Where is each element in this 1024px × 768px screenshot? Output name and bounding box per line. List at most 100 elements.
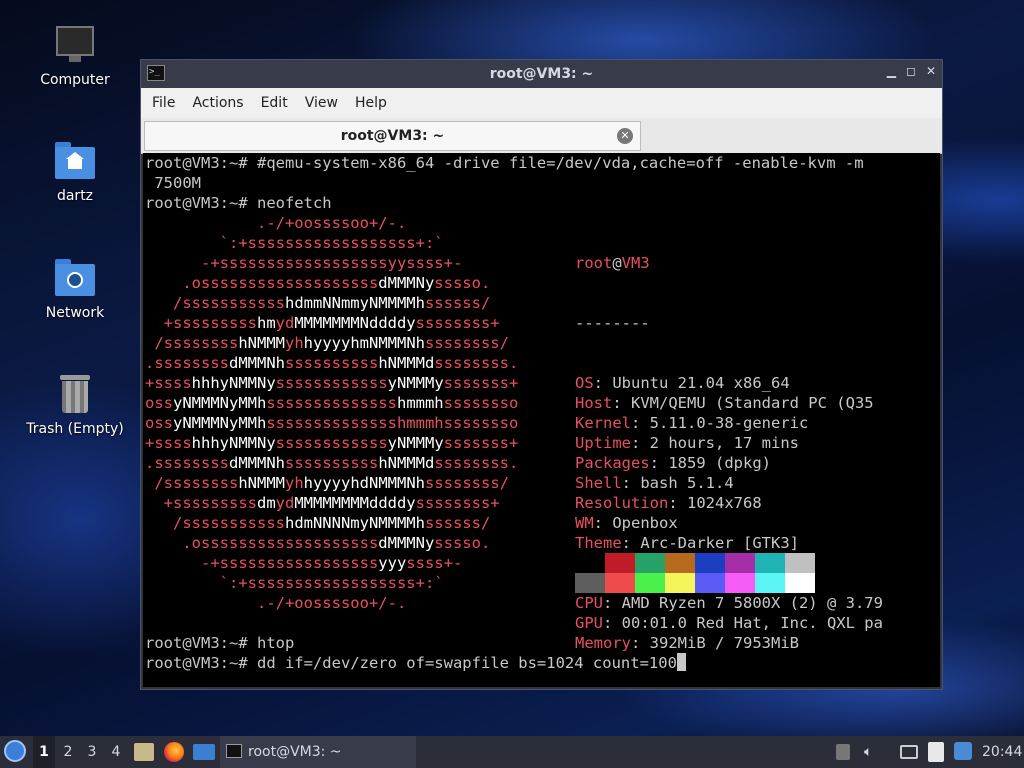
menu-view[interactable]: View <box>299 95 349 111</box>
neofetch-info-line: Memory: 392MiB / 7953MiB <box>575 634 799 652</box>
file-manager-icon[interactable] <box>134 743 154 761</box>
color-swatch <box>665 553 695 573</box>
logo-line: /ssssssssssshdmmNNmmyNMMMMhssssss/ <box>145 294 491 312</box>
tab-bar: root@VM3: ~ ✕ <box>141 118 942 154</box>
workspace-1[interactable]: 1 <box>33 736 55 768</box>
color-swatch <box>635 553 665 573</box>
close-icon[interactable]: ✕ <box>926 64 936 78</box>
show-desktop-icon[interactable] <box>193 744 215 760</box>
logo-line: .osssssssssssssssssssdMMMNysssso. <box>145 534 491 552</box>
desktop-icon-label: dartz <box>56 188 94 204</box>
logo-line: +sssssssssdmydMMMMMMMMddddyssssssss+ <box>145 494 500 512</box>
desktop-icon-label: Computer <box>40 72 110 88</box>
command-line-current: root@VM3:~# dd if=/dev/zero of=swapfile … <box>145 653 686 673</box>
neofetch-info-line: Packages: 1859 (dpkg) <box>575 454 771 472</box>
volume-icon[interactable]: 🔈︎ <box>864 736 872 768</box>
taskbar: 1 2 3 4 root@VM3: ~ 🔈︎ 20:44 <box>0 736 1024 768</box>
color-swatch <box>755 573 785 593</box>
workspace-4[interactable]: 4 <box>105 736 127 768</box>
tab-terminal[interactable]: root@VM3: ~ ✕ <box>144 121 641 151</box>
color-swatch <box>695 553 725 573</box>
neofetch-info-line: Kernel: 5.11.0-38-generic <box>575 414 809 432</box>
neofetch-info-line: WM: Openbox <box>575 514 678 532</box>
command-line: root@VM3:~# htop <box>145 634 295 652</box>
firefox-icon[interactable] <box>164 742 184 762</box>
neofetch-separator: -------- <box>575 314 650 332</box>
terminal-output[interactable]: root@VM3:~# #qemu-system-x86_64 -drive f… <box>143 153 940 687</box>
neofetch-info-line: Theme: Arc-Darker [GTK3] <box>575 534 799 552</box>
neofetch-info-line: OS: Ubuntu 21.04 x86_64 <box>575 374 790 392</box>
neofetch-info-line: Resolution: 1024x768 <box>575 494 762 512</box>
logo-line: /sssssssshNMMMyhhyyyyhmNMMMNhssssssss/ <box>145 334 509 352</box>
tab-close-icon[interactable]: ✕ <box>617 128 633 144</box>
logo-line: +sssshhhyNMMNyssssssssssssyNMMMysssssss+ <box>145 374 519 392</box>
window-title: root@VM3: ~ <box>489 66 594 82</box>
computer-icon <box>53 24 97 68</box>
color-swatch <box>575 573 605 593</box>
color-palette <box>575 553 815 593</box>
menu-bar: File Actions Edit View Help <box>141 88 942 118</box>
logo-line: .ssssssssdMMMNhsssssssssshNMMMdssssssss. <box>145 354 519 372</box>
clock: 20:44 <box>982 744 1023 760</box>
menu-help[interactable]: Help <box>349 95 398 111</box>
neofetch-info-line: Host: KVM/QEMU (Standard PC (Q35 <box>575 394 874 412</box>
color-swatch <box>725 553 755 573</box>
desktop-icon-trash[interactable]: Trash (Empty) <box>15 373 135 437</box>
terminal-icon <box>226 744 242 758</box>
start-menu-icon[interactable] <box>4 740 28 764</box>
clipboard-icon[interactable] <box>836 744 850 760</box>
menu-edit[interactable]: Edit <box>255 95 299 111</box>
color-swatch <box>785 553 815 573</box>
menu-file[interactable]: File <box>146 95 186 111</box>
tab-label: root@VM3: ~ <box>340 128 445 144</box>
desktop-icon-computer[interactable]: Computer <box>15 24 135 88</box>
logo-line: .-/+oossssoo+/-. <box>145 594 407 612</box>
notes-icon[interactable] <box>928 742 944 762</box>
logo-line: +ssssssssshmydMMMMMMMNddddyssssssss+ <box>145 314 500 332</box>
color-swatch <box>725 573 755 593</box>
text-cursor <box>676 653 686 671</box>
menu-actions[interactable]: Actions <box>186 95 254 111</box>
logo-line: -+sssssssssssssssssyyyssss+- <box>145 554 463 572</box>
workspace-2[interactable]: 2 <box>57 736 79 768</box>
color-swatch <box>665 573 695 593</box>
maximize-icon[interactable]: ◻ <box>906 64 916 78</box>
neofetch-info-line: Shell: bash 5.1.4 <box>575 474 734 492</box>
color-swatch <box>605 553 635 573</box>
color-swatch <box>755 553 785 573</box>
logo-line: .ssssssssdMMMNhsssssssssshNMMMdssssssss. <box>145 454 519 472</box>
logo-line: `:+ssssssssssssssssss+:` <box>145 574 444 592</box>
minimize-icon[interactable]: ▁ <box>887 64 896 78</box>
neofetch-userhost: root@VM3 <box>575 254 650 272</box>
color-swatch <box>605 573 635 593</box>
logo-line: ossyNMMMNyMMhsssssssssssssshmmmhssssssso <box>145 394 519 412</box>
command-line: root@VM3:~# #qemu-system-x86_64 -drive f… <box>145 154 864 172</box>
update-icon[interactable] <box>954 742 972 760</box>
neofetch-ubuntu-logo: .-/+oossssoo+/-. `:+ssssssssssssssssss+:… <box>145 213 518 613</box>
command-line: root@VM3:~# neofetch <box>145 194 332 212</box>
neofetch-info-line: GPU: 00:01.0 Red Hat, Inc. QXL pa <box>575 614 883 632</box>
taskbar-app-terminal[interactable]: root@VM3: ~ <box>220 736 416 768</box>
logo-line: .osssssssssssssssssssdMMMNysssso. <box>145 274 491 292</box>
desktop-icon-label: Trash (Empty) <box>26 421 124 437</box>
logo-line: .-/+oossssoo+/-. <box>145 214 407 232</box>
command-line-continuation: 7500M <box>145 174 201 192</box>
trash-icon <box>53 373 97 417</box>
logo-line: /sssssssshNMMMyhhyyyyhdNMMMNhssssssss/ <box>145 474 509 492</box>
desktop-icon-label: Network <box>45 305 105 321</box>
color-swatch <box>575 553 605 573</box>
color-swatch <box>785 573 815 593</box>
desktop-icon-home-folder[interactable]: dartz <box>15 140 135 204</box>
network-folder-icon <box>53 257 97 301</box>
neofetch-info-line: Uptime: 2 hours, 17 mins <box>575 434 799 452</box>
terminal-window: >_ root@VM3: ~ ▁ ◻ ✕ File Actions Edit V… <box>140 59 943 690</box>
neofetch-info-line: CPU: AMD Ryzen 7 5800X (2) @ 3.79 <box>575 594 883 612</box>
color-swatch <box>695 573 725 593</box>
logo-line: /ssssssssssshdmNNNNmyNMMMMhssssss/ <box>145 514 491 532</box>
desktop-icon-network[interactable]: Network <box>15 257 135 321</box>
logo-line: +sssshhhyNMMNyssssssssssssyNMMMysssssss+ <box>145 434 519 452</box>
window-titlebar[interactable]: >_ root@VM3: ~ ▁ ◻ ✕ <box>141 60 942 88</box>
taskbar-app-label: root@VM3: ~ <box>248 744 342 760</box>
workspace-3[interactable]: 3 <box>81 736 103 768</box>
network-icon[interactable] <box>900 745 918 759</box>
